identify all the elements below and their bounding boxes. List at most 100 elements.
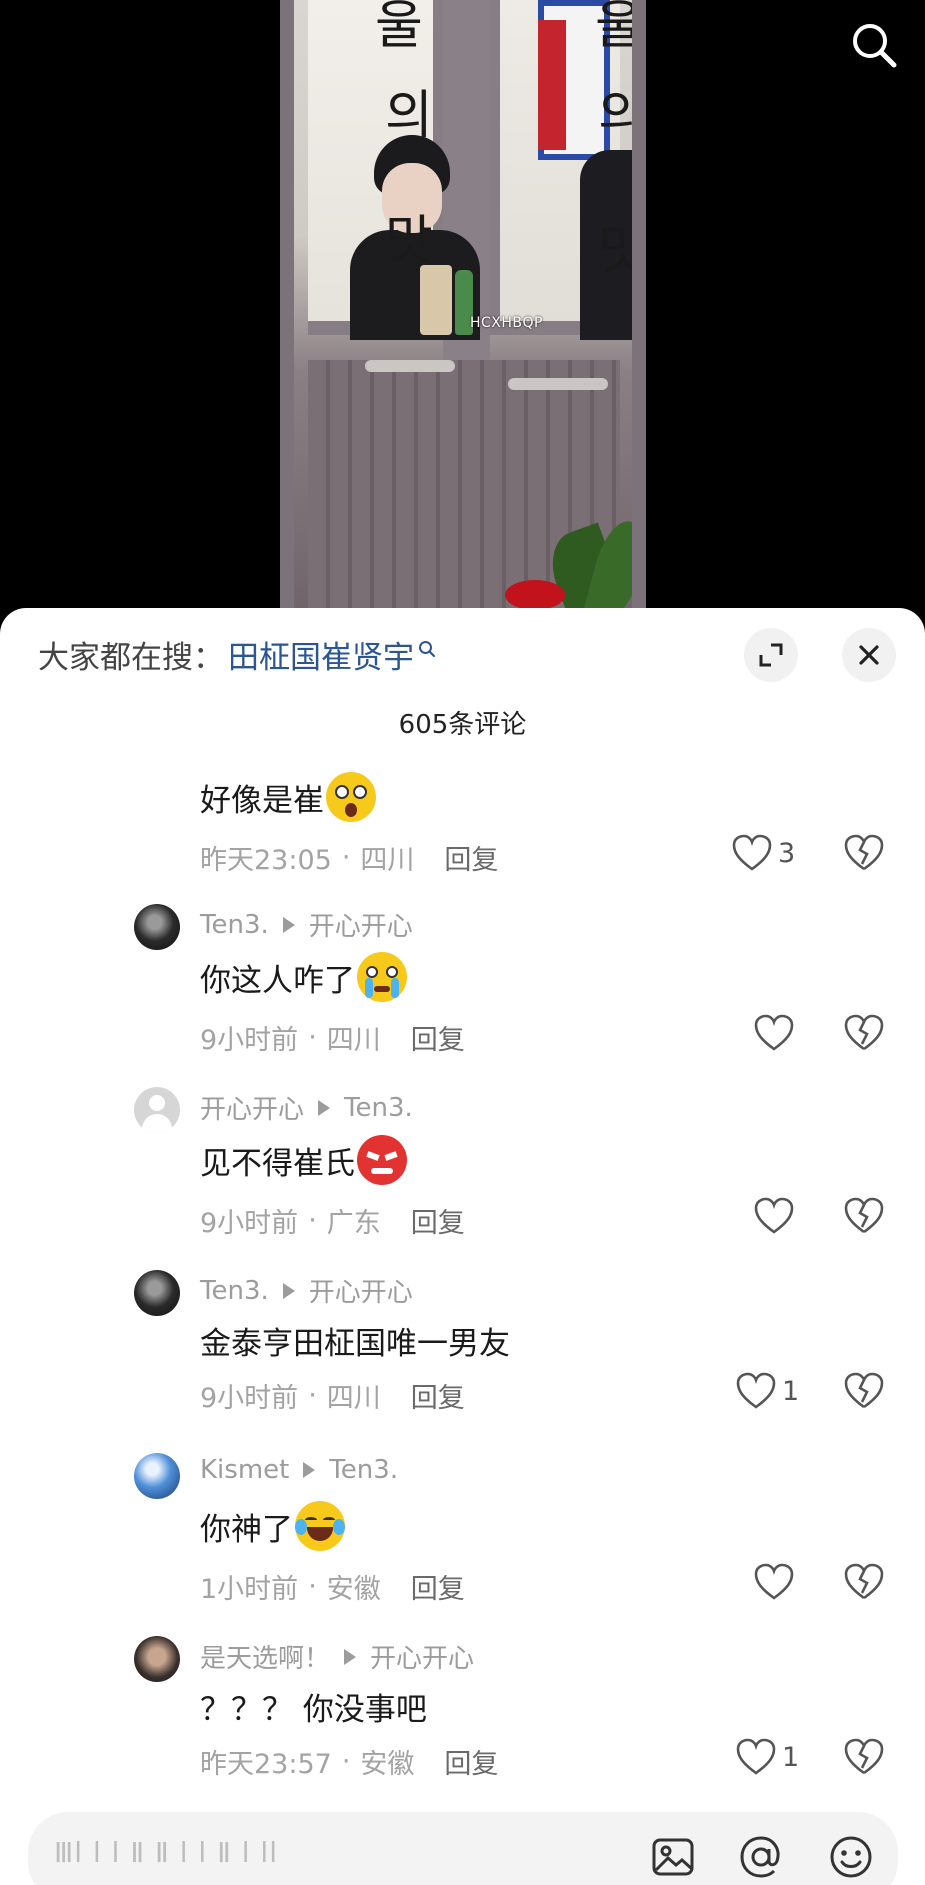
- comment-meta: 1小时前 · 安徽 回复: [200, 1567, 465, 1606]
- avatar[interactable]: [134, 1087, 180, 1133]
- dislike-button[interactable]: [844, 1197, 884, 1239]
- comment-time: 昨天23:05: [200, 845, 332, 876]
- video-player[interactable]: 울 의 맛 울 의 맛 HCXHBQP: [0, 0, 925, 620]
- avatar[interactable]: [134, 1636, 180, 1682]
- comment-meta: 9小时前 · 四川 回复: [200, 1018, 465, 1057]
- reply-target[interactable]: Ten3.: [344, 1093, 413, 1123]
- reply-button[interactable]: 回复: [411, 1567, 465, 1606]
- reply-target[interactable]: 开心开心: [370, 1638, 474, 1675]
- comment-time: 1小时前: [200, 1574, 299, 1605]
- reply-header: Kismet Ten3.: [200, 1455, 398, 1485]
- reply-arrow-icon: [282, 1282, 295, 1299]
- comment-text: ？？？ 你没事吧: [200, 1684, 427, 1729]
- search-icon[interactable]: [849, 20, 899, 70]
- video-frame: 울 의 맛 울 의 맛 HCXHBQP: [280, 0, 646, 620]
- broken-heart-icon: [844, 834, 884, 871]
- dislike-button[interactable]: [844, 1372, 884, 1414]
- comment-meta: 昨天23:57 · 安徽 回复: [200, 1742, 498, 1781]
- avatar[interactable]: [134, 1453, 180, 1499]
- like-button[interactable]: 3: [732, 834, 795, 872]
- reply-button[interactable]: 回复: [444, 1742, 498, 1781]
- heart-icon: [736, 1372, 776, 1409]
- comment-input-bar[interactable]: Ⅲl l l Ⅱ Ⅱ l l Ⅱ l ll: [28, 1812, 898, 1885]
- dislike-button[interactable]: [844, 1563, 884, 1605]
- reply-header: 是天选啊！ 开心开心: [200, 1638, 474, 1675]
- avatar[interactable]: [134, 904, 180, 950]
- comment-location: 广东: [326, 1208, 381, 1239]
- hot-search-link[interactable]: 田柾国崔贤宇: [228, 632, 414, 677]
- comment-location: 四川: [326, 1383, 381, 1414]
- reply-arrow-icon: [282, 916, 295, 933]
- reply-arrow-icon: [303, 1462, 316, 1478]
- comment-location: 安徽: [326, 1574, 381, 1605]
- comment-author[interactable]: 是天选啊！: [200, 1638, 330, 1675]
- comment-time: 9小时前: [200, 1208, 299, 1239]
- reply-button[interactable]: 回复: [411, 1201, 465, 1240]
- like-count: 3: [778, 837, 796, 869]
- broken-heart-icon: [844, 1014, 884, 1051]
- comment-meta: 9小时前 · 四川 回复: [200, 1376, 465, 1415]
- comment-text-content: 你神了: [200, 1511, 293, 1548]
- image-icon[interactable]: [650, 1834, 696, 1880]
- comment-text-content: ？？？ 你没事吧: [200, 1692, 427, 1728]
- comment-text: 你这人咋了: [200, 952, 407, 1002]
- dot-separator: ·: [341, 842, 351, 873]
- comment-meta: 9小时前 · 广东 回复: [200, 1201, 465, 1240]
- comment-time: 9小时前: [200, 1025, 299, 1056]
- comment-location: 四川: [360, 845, 415, 876]
- expand-icon: [759, 643, 783, 667]
- dot-separator: ·: [308, 1571, 317, 1602]
- dot-separator: ·: [308, 1022, 317, 1053]
- comment-count: 605条评论: [398, 710, 527, 740]
- like-button[interactable]: 1: [736, 1372, 799, 1410]
- reply-header: 开心开心 Ten3.: [200, 1089, 413, 1126]
- reply-target[interactable]: Ten3.: [329, 1455, 398, 1485]
- expand-button[interactable]: [744, 628, 798, 682]
- dislike-button[interactable]: [844, 1014, 884, 1056]
- comment-author[interactable]: Ten3.: [200, 1276, 269, 1306]
- heart-icon: [754, 1014, 794, 1051]
- hot-search-bar: 大家都在搜： 田柾国崔贤宇: [38, 632, 436, 677]
- heart-icon: [732, 834, 772, 871]
- dislike-button[interactable]: [844, 1738, 884, 1780]
- reply-button[interactable]: 回复: [411, 1018, 465, 1057]
- crying-face-emoji: [357, 952, 407, 1002]
- like-button[interactable]: 1: [736, 1738, 799, 1776]
- reply-header: Ten3. 开心开心: [200, 1272, 413, 1309]
- comment-author[interactable]: Kismet: [200, 1455, 289, 1485]
- comment-meta: 昨天23:05 · 四川 回复: [200, 838, 498, 877]
- like-count: 1: [782, 1741, 800, 1773]
- reply-button[interactable]: 回复: [411, 1376, 465, 1415]
- heart-icon: [736, 1738, 776, 1775]
- comment-time: 9小时前: [200, 1383, 299, 1414]
- comment-author[interactable]: Ten3.: [200, 910, 269, 940]
- avatar[interactable]: [134, 1270, 180, 1316]
- comment-text: 你神了: [200, 1501, 345, 1551]
- dislike-button[interactable]: [844, 834, 884, 876]
- comment-text: 好像是崔: [200, 772, 376, 822]
- emoji-icon[interactable]: [828, 1834, 874, 1880]
- reply-target[interactable]: 开心开心: [309, 1272, 413, 1309]
- search-icon[interactable]: [418, 630, 436, 666]
- reply-button[interactable]: 回复: [444, 838, 498, 877]
- broken-heart-icon: [844, 1197, 884, 1234]
- comment-author[interactable]: 开心开心: [200, 1089, 304, 1126]
- reply-header: Ten3. 开心开心: [200, 906, 413, 943]
- at-icon[interactable]: [738, 1834, 784, 1880]
- close-button[interactable]: [842, 628, 896, 682]
- like-button[interactable]: [754, 1014, 800, 1052]
- dot-separator: ·: [308, 1380, 317, 1411]
- hot-search-label: 大家都在搜：: [38, 640, 224, 676]
- dot-separator: ·: [341, 1746, 351, 1777]
- angry-face-emoji: [357, 1135, 407, 1185]
- comment-text: 金泰亨田柾国唯一男友: [200, 1318, 510, 1363]
- like-button[interactable]: [754, 1197, 800, 1235]
- comment-location: 安徽: [360, 1749, 415, 1780]
- like-button[interactable]: [754, 1563, 800, 1601]
- reply-target[interactable]: 开心开心: [309, 906, 413, 943]
- laugh-cry-face-emoji: [295, 1501, 345, 1551]
- comment-sheet: 大家都在搜： 田柾国崔贤宇 605条评论 好像是崔 昨天23:05 · 四川 回…: [0, 608, 925, 1885]
- comment-text-content: 你这人咋了: [200, 962, 355, 999]
- like-count: 1: [782, 1375, 800, 1407]
- comment-input[interactable]: Ⅲl l l Ⅱ Ⅱ l l Ⅱ l ll: [54, 1836, 278, 1869]
